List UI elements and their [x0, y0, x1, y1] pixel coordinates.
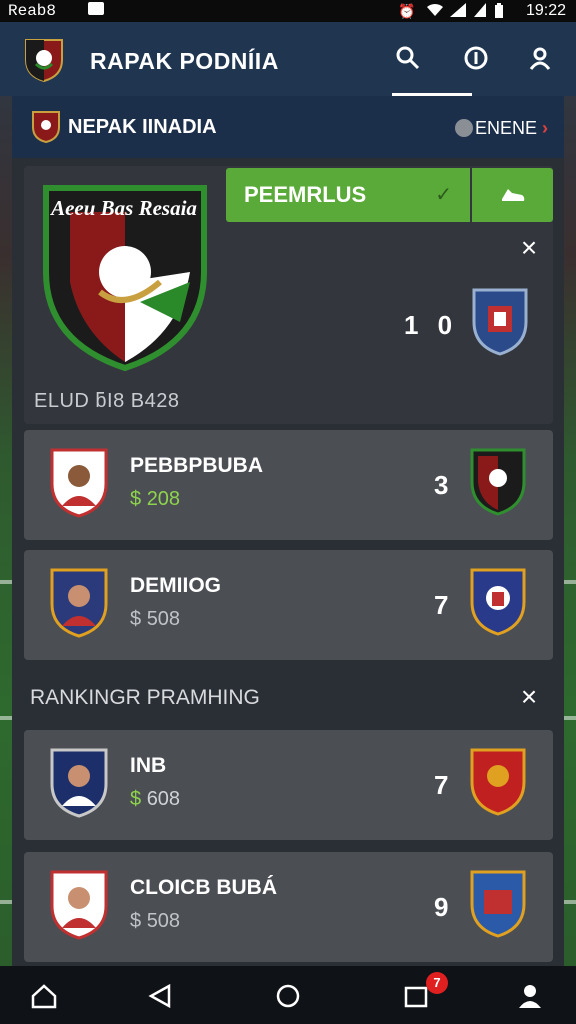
bottom-nav: [0, 966, 576, 1024]
chevron-right-icon: ›: [542, 118, 548, 138]
team-name: NEPAK IINADIA: [68, 116, 217, 138]
home-button[interactable]: [26, 978, 62, 1014]
app-logo-icon: [25, 39, 63, 82]
square-icon: [404, 986, 428, 1008]
signal-icon: [474, 3, 488, 20]
currency-symbol: $: [130, 608, 142, 630]
player-score: 9: [434, 892, 449, 922]
player-price: $ 208: [130, 488, 180, 511]
player-score: 7: [434, 590, 449, 620]
currency-symbol: $: [130, 910, 142, 932]
notification-badge: 7: [426, 972, 448, 994]
price-value: 508: [146, 608, 181, 630]
back-triangle-icon: [148, 983, 171, 1009]
price-value: 208: [146, 488, 181, 510]
team-subheader: NEPAK IINADIA ENENE ›: [12, 96, 564, 158]
alarm-icon: ⏰: [398, 3, 416, 19]
player-badge-icon: [50, 568, 108, 638]
player-price: $ 608: [130, 788, 180, 811]
player-badge-icon: [50, 448, 108, 518]
more-label: ENENE: [474, 118, 537, 138]
player-name: INB: [130, 754, 167, 777]
signal-icon: [450, 3, 468, 20]
player-card[interactable]: DEMIIOG $ 508 7: [24, 550, 553, 660]
user-icon: [519, 985, 541, 1008]
search-button[interactable]: [390, 40, 426, 76]
status-bar: Reab8 ⏰ 19:22: [0, 0, 576, 22]
boot-button[interactable]: [472, 168, 553, 222]
close-icon[interactable]: ×: [515, 683, 543, 711]
match-score: 1 0: [404, 310, 459, 340]
player-name: CLOICB BUBÁ: [130, 876, 277, 899]
player-badge-icon: [50, 870, 108, 940]
app-header: RAPAK PODNÍIA: [0, 22, 576, 96]
battery-icon: [494, 3, 504, 21]
home-icon: [31, 984, 57, 1009]
coin-icon: [464, 46, 488, 70]
team-badge-icon: [32, 111, 60, 143]
boot-icon: [501, 189, 524, 201]
club-crest-icon: [470, 448, 526, 516]
circle-icon: [276, 984, 300, 1008]
club-crest-icon: [470, 568, 526, 636]
user-icon: [529, 47, 551, 70]
price-value: 608: [146, 788, 181, 810]
globe-icon: [454, 119, 473, 137]
player-price: $ 508: [130, 910, 180, 933]
price-value: 508: [146, 910, 181, 932]
profile-button[interactable]: [522, 40, 558, 76]
player-score: 3: [434, 470, 449, 500]
crest-text: Aeeu Bas Resaia: [51, 196, 197, 220]
player-card[interactable]: CLOICB BUBÁ $ 508 9: [24, 852, 553, 962]
app-title: RAPAK PODNÍIA: [90, 48, 279, 74]
coin-button[interactable]: [458, 40, 494, 76]
player-price: $ 508: [130, 608, 180, 631]
player-card[interactable]: PEBBPBUBA $ 208 3: [24, 430, 553, 540]
home-circle-button[interactable]: [270, 978, 306, 1014]
player-score: 7: [434, 770, 449, 800]
dropdown-label: PEEMRLUS: [244, 182, 367, 207]
close-icon[interactable]: ×: [515, 234, 543, 262]
player-name: DEMIIOG: [130, 574, 222, 597]
opponent-crest-icon: [472, 288, 528, 356]
currency-symbol: $: [130, 788, 142, 810]
wifi-icon: [426, 3, 444, 20]
carrier-label: Reab8: [8, 2, 57, 20]
player-card[interactable]: INB $ 608 7: [24, 730, 553, 840]
currency-symbol: $: [130, 488, 142, 510]
club-crest-icon: [470, 870, 526, 938]
player-name: PEBBPBUBA: [130, 454, 264, 477]
clock-time: 19:22: [525, 2, 566, 19]
player-badge-icon: [50, 748, 108, 818]
club-label: ELUD ƃI8 B428: [34, 390, 180, 412]
section-title: RANKINGR PRAMHING: [30, 686, 260, 709]
back-button[interactable]: [142, 978, 178, 1014]
mail-icon: [88, 2, 104, 15]
account-button[interactable]: [512, 978, 548, 1014]
search-icon: [396, 46, 420, 70]
more-link[interactable]: ENENE ›: [454, 118, 548, 139]
chevron-down-icon: ✓: [435, 184, 452, 206]
club-crest-icon: [470, 748, 526, 816]
select-dropdown-button[interactable]: PEEMRLUS ✓: [226, 168, 470, 222]
